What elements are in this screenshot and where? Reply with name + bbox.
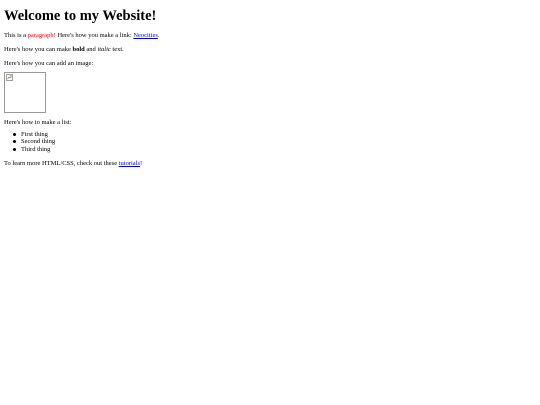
formatting-middle: and	[84, 46, 98, 53]
image-placeholder	[4, 71, 46, 113]
list-item-label: Third thing	[21, 145, 51, 153]
image-intro-paragraph: Here's how you can add an image:	[4, 60, 94, 67]
page-content: Welcome to my Website! This is a paragra…	[4, 0, 534, 167]
list-item: First thing	[13, 130, 534, 139]
list-item: Second thing	[13, 138, 534, 146]
intro-middle: Here's how you make a link:	[55, 32, 134, 39]
bullet-icon	[13, 132, 16, 136]
learn-more-paragraph: To learn more HTML/CSS, check out these …	[4, 160, 534, 168]
bullet-icon	[13, 140, 16, 144]
learn-more-suffix: !	[140, 159, 143, 167]
italic-text: italic	[97, 46, 111, 53]
list-intro-paragraph: Here's how to make a list:	[4, 119, 72, 126]
neocities-link[interactable]: Neocities	[133, 32, 158, 39]
page-heading: Welcome to my Website!	[4, 8, 157, 24]
formatting-prefix: Here's how you can make	[4, 46, 73, 53]
bullet-icon	[13, 147, 16, 151]
list-item: Third thing	[13, 145, 534, 154]
formatting-suffix: text.	[110, 46, 124, 53]
intro-paragraph: This is a paragraph! Here's how you make…	[4, 32, 534, 40]
intro-suffix: .	[157, 32, 160, 39]
list-item-label: Second thing	[21, 138, 56, 145]
intro-prefix: This is a	[4, 32, 28, 39]
paragraph-red-word: paragraph!	[27, 32, 56, 39]
list-item-label: First thing	[21, 130, 48, 138]
things-list: First thing Second thing Third thing	[4, 131, 534, 154]
bold-text: bold	[72, 46, 85, 53]
formatting-paragraph: Here's how you can make bold and italic …	[4, 46, 534, 54]
broken-image-icon	[6, 73, 13, 81]
learn-more-prefix: To learn more HTML/CSS, check out these	[4, 159, 119, 167]
tutorials-link[interactable]: tutorials	[119, 160, 140, 167]
